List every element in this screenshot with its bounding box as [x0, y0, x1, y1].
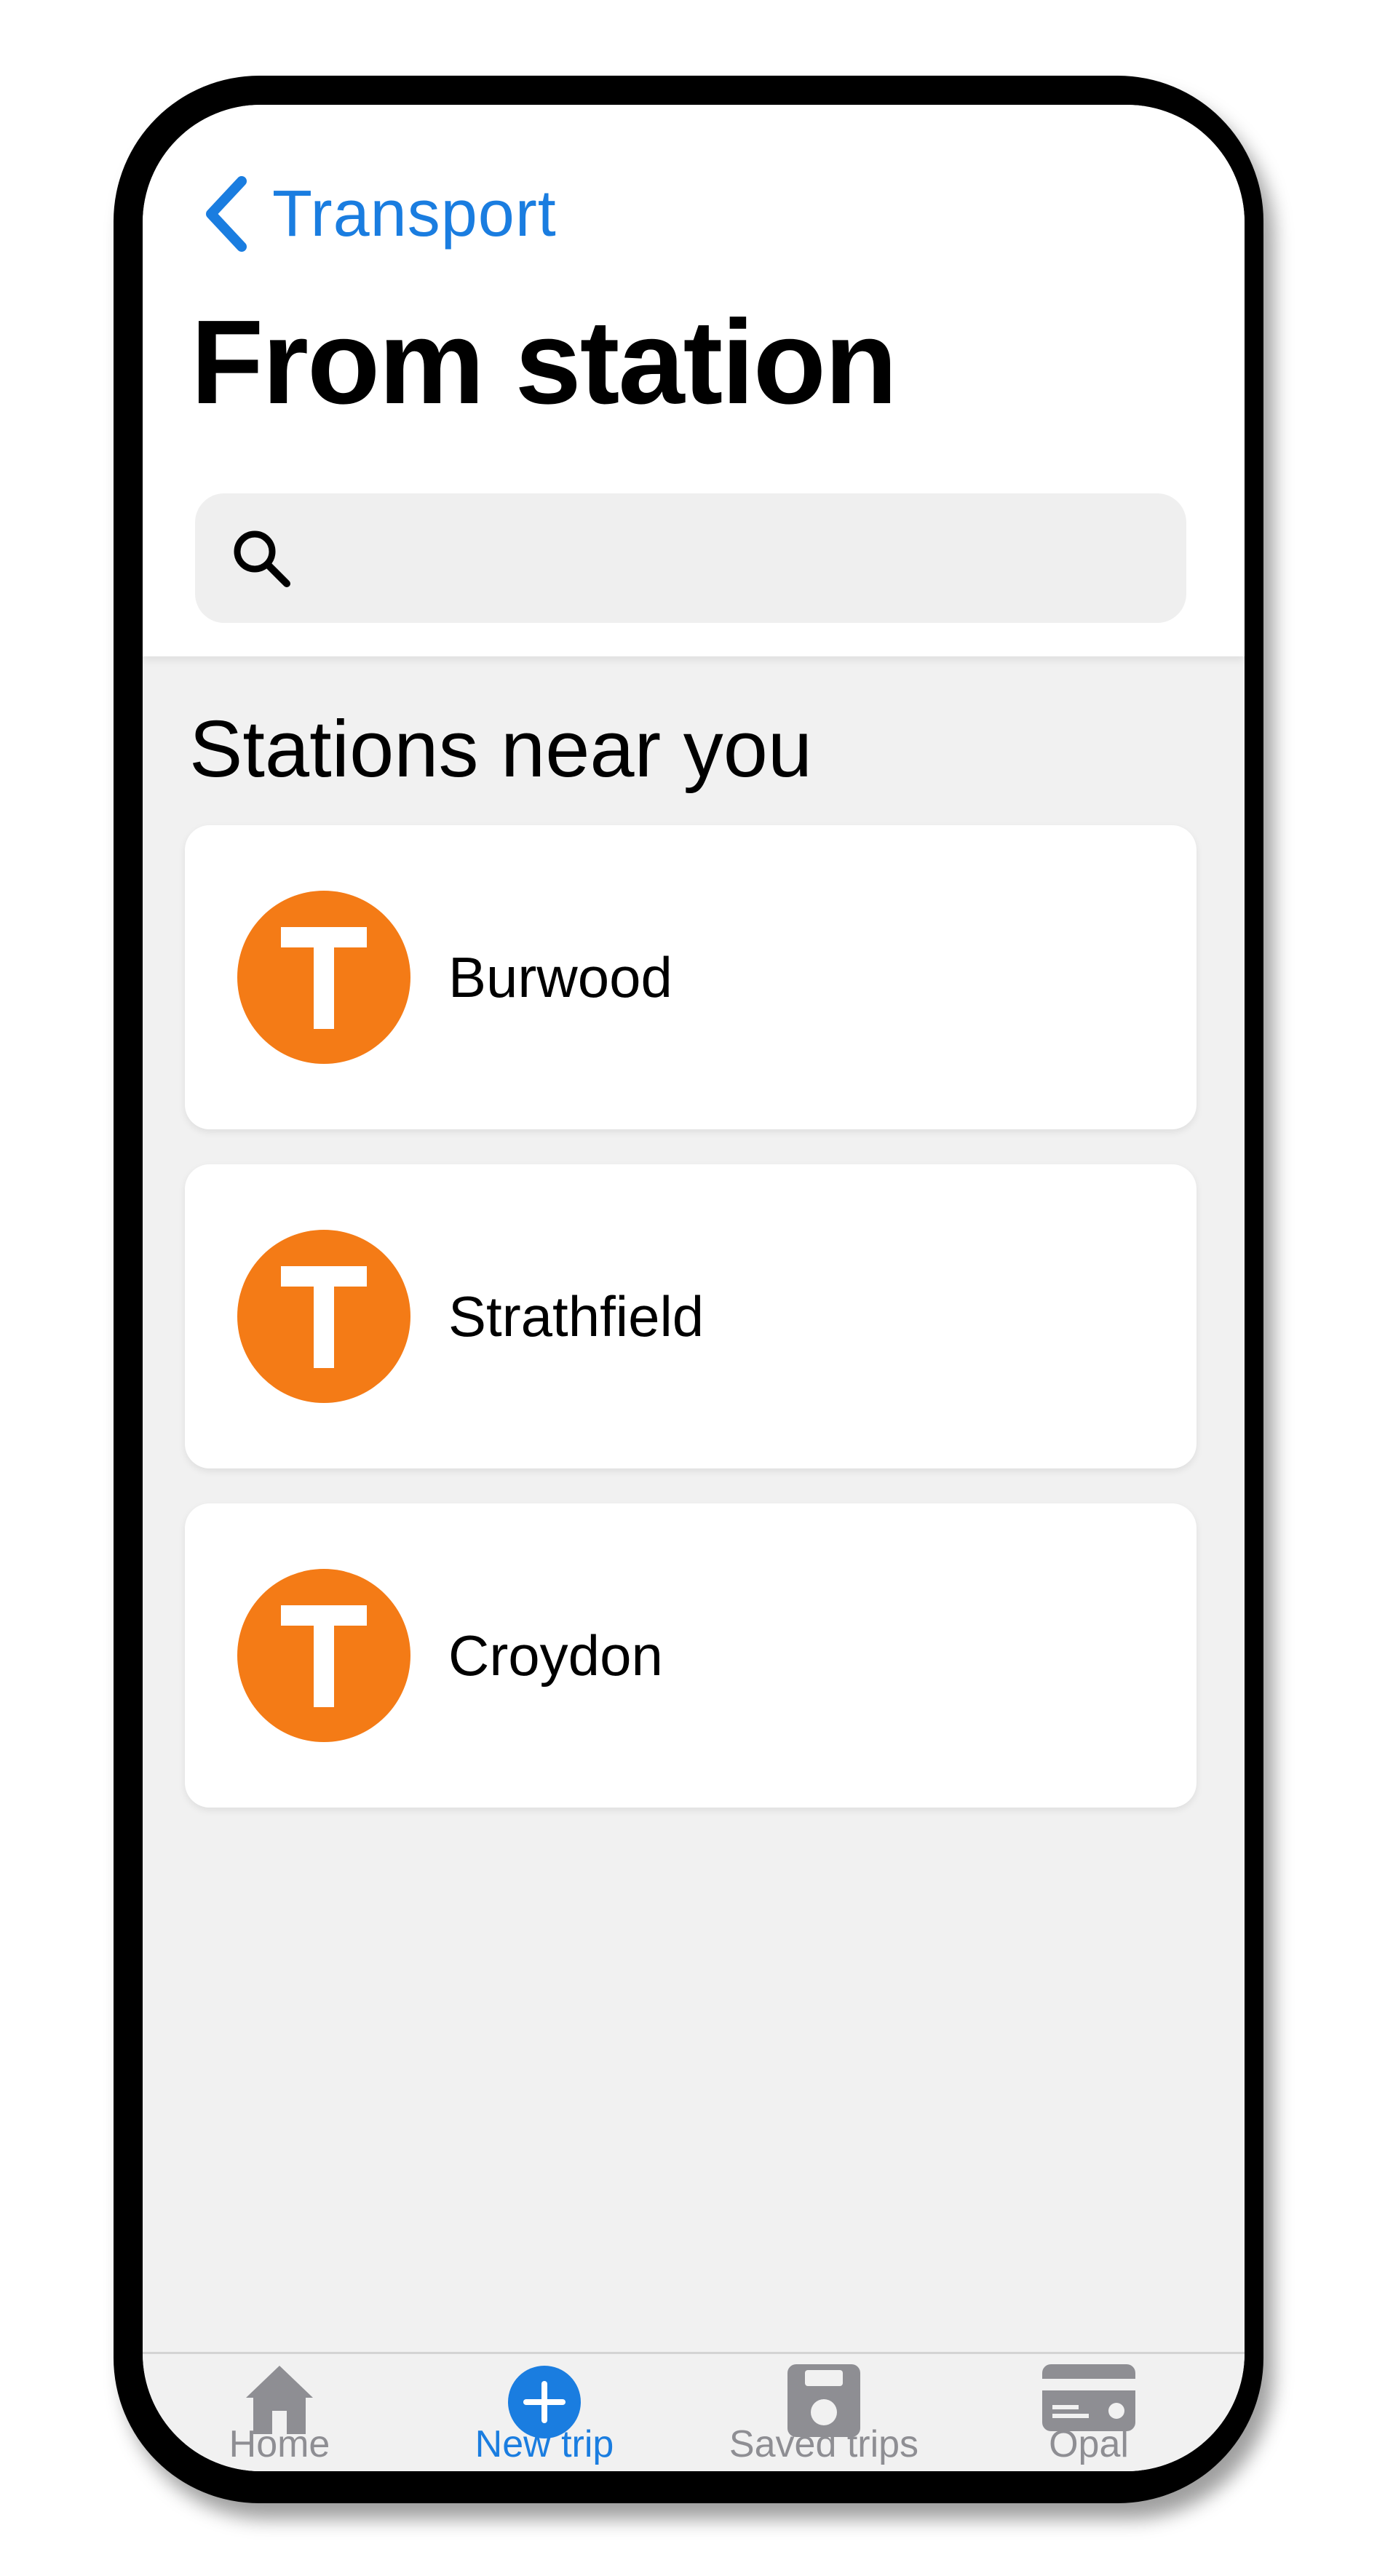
- station-item-strathfield[interactable]: Strathfield: [185, 1164, 1197, 1468]
- tab-new-trip[interactable]: New trip: [435, 2354, 654, 2471]
- station-item-burwood[interactable]: Burwood: [185, 825, 1197, 1129]
- page-title: From station: [191, 295, 897, 429]
- search-input[interactable]: [314, 525, 1154, 591]
- card-icon: [1042, 2364, 1135, 2431]
- tab-opal[interactable]: Opal: [980, 2354, 1198, 2471]
- tab-bar: Home New trip Saved trips Opal: [143, 2352, 1245, 2471]
- train-badge-icon: [237, 1230, 410, 1403]
- search-bar[interactable]: [195, 493, 1186, 623]
- station-item-croydon[interactable]: Croydon: [185, 1503, 1197, 1808]
- train-badge-icon: [237, 1569, 410, 1742]
- tab-label: New trip: [475, 2423, 614, 2465]
- section-title: Stations near you: [189, 704, 813, 794]
- search-icon: [234, 530, 290, 587]
- back-button-label: Transport: [272, 177, 557, 250]
- tab-label: Home: [229, 2423, 330, 2465]
- station-name: Strathfield: [448, 1284, 705, 1348]
- header: Transport From station: [143, 105, 1245, 656]
- chevron-left-icon: [206, 176, 247, 252]
- app-screen: Transport From station Stations near you…: [143, 105, 1245, 2471]
- back-button[interactable]: Transport: [202, 170, 557, 258]
- tab-home[interactable]: Home: [170, 2354, 389, 2471]
- phone-frame: Transport From station Stations near you…: [114, 76, 1263, 2503]
- tab-label: Saved trips: [729, 2423, 919, 2465]
- tab-label: Opal: [1049, 2423, 1129, 2465]
- train-badge-icon: [237, 891, 410, 1064]
- station-name: Burwood: [448, 945, 672, 1009]
- station-name: Croydon: [448, 1623, 663, 1687]
- tab-saved-trips[interactable]: Saved trips: [715, 2354, 933, 2471]
